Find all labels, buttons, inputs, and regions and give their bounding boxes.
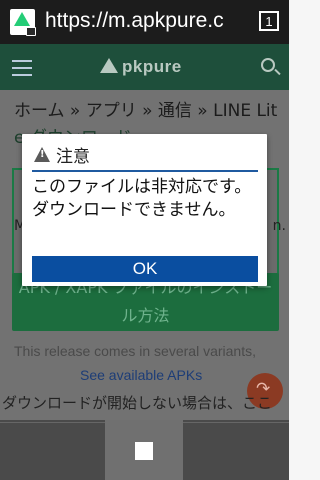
- dialog-title: 注意: [34, 142, 90, 167]
- modal-overlay: 注意 このファイルは非対応です。ダウンロードできません。 OK: [0, 0, 289, 480]
- dialog-message: このファイルは非対応です。ダウンロードできません。: [32, 177, 252, 220]
- alert-dialog: 注意 このファイルは非対応です。ダウンロードできません。 OK: [22, 134, 267, 286]
- dialog-divider: [32, 170, 258, 172]
- warning-icon: [34, 147, 50, 162]
- ok-button[interactable]: OK: [32, 256, 258, 282]
